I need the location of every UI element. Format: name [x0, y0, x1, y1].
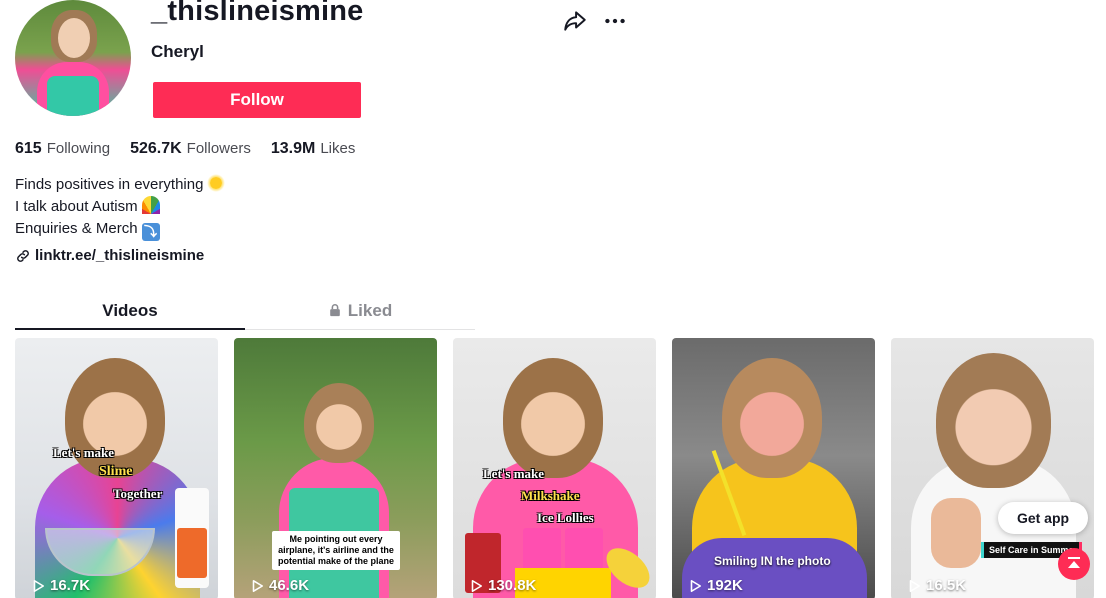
- video-overlay-line-1: Let's make: [483, 466, 545, 481]
- profile-tabs: Videos Liked: [15, 296, 475, 330]
- video-views: 130.8K: [469, 577, 536, 594]
- bio-line-2: I talk about Autism: [15, 196, 225, 218]
- followers-count: 526.7K: [130, 140, 182, 157]
- share-icon[interactable]: [562, 8, 588, 34]
- profile-avatar: [15, 0, 131, 116]
- tab-videos[interactable]: Videos: [15, 296, 245, 330]
- video-caption: Smiling IN the photo: [714, 554, 831, 568]
- profile-stats: 615 Following 526.7K Followers 13.9M Likes: [15, 140, 355, 158]
- link-text: linktr.ee/_thislineismine: [35, 247, 205, 264]
- play-icon: [252, 579, 264, 592]
- stat-following[interactable]: 615 Following: [15, 140, 110, 158]
- follow-button[interactable]: Follow: [153, 82, 361, 118]
- lock-icon: [329, 304, 340, 317]
- video-overlay-line-2: Slime: [99, 464, 133, 479]
- video-card-3[interactable]: Let's make Milkshake Ice Lollies 130.8K: [453, 338, 656, 598]
- profile-link[interactable]: linktr.ee/_thislineismine: [15, 247, 204, 264]
- video-views: 16.5K: [907, 577, 966, 594]
- stat-followers[interactable]: 526.7K Followers: [130, 140, 251, 158]
- play-icon: [471, 579, 483, 592]
- video-overlay-line-1: Let's make: [53, 445, 115, 460]
- video-overlay-line-3: Ice Lollies: [537, 510, 594, 525]
- bio-line-1: Finds positives in everything: [15, 174, 226, 196]
- sun-icon: [207, 174, 226, 192]
- more-options-icon[interactable]: [602, 8, 628, 34]
- video-views: 16.7K: [31, 577, 90, 594]
- video-card-2[interactable]: Me pointing out every airplane, it's air…: [234, 338, 437, 598]
- rainbow-icon: [141, 196, 160, 214]
- back-to-top-icon: [1068, 557, 1080, 568]
- link-icon: [17, 249, 29, 262]
- likes-label: Likes: [320, 140, 356, 157]
- down-arrow-box-icon: ⤵: [141, 223, 160, 241]
- video-card-4[interactable]: Smiling IN the photo 192K: [672, 338, 875, 598]
- followers-label: Followers: [186, 140, 251, 157]
- video-card-1[interactable]: Let's make Slime Together 16.7K: [15, 338, 218, 598]
- video-overlay-line-2: Milkshake: [521, 488, 580, 503]
- profile-nickname: Cheryl: [151, 42, 204, 61]
- following-count: 615: [15, 140, 42, 157]
- tab-liked[interactable]: Liked: [245, 296, 475, 329]
- get-app-button[interactable]: Get app: [998, 502, 1088, 534]
- video-overlay-line-3: Together: [113, 486, 163, 501]
- stat-likes: 13.9M Likes: [271, 140, 356, 158]
- back-to-top-button[interactable]: [1058, 548, 1090, 580]
- play-icon: [690, 579, 702, 592]
- play-icon: [909, 579, 921, 592]
- video-caption: Me pointing out every airplane, it's air…: [272, 531, 400, 570]
- likes-count: 13.9M: [270, 140, 316, 157]
- video-views: 192K: [688, 577, 743, 594]
- profile-bio: Finds positives in everything I talk abo…: [15, 174, 226, 241]
- following-label: Following: [46, 140, 111, 157]
- profile-username: _thislineismine: [151, 0, 364, 27]
- bio-line-3: Enquiries & Merch ⤵: [15, 218, 225, 241]
- play-icon: [33, 579, 45, 592]
- video-views: 46.6K: [250, 577, 309, 594]
- video-grid: Let's make Slime Together 16.7K Me point…: [15, 338, 1094, 598]
